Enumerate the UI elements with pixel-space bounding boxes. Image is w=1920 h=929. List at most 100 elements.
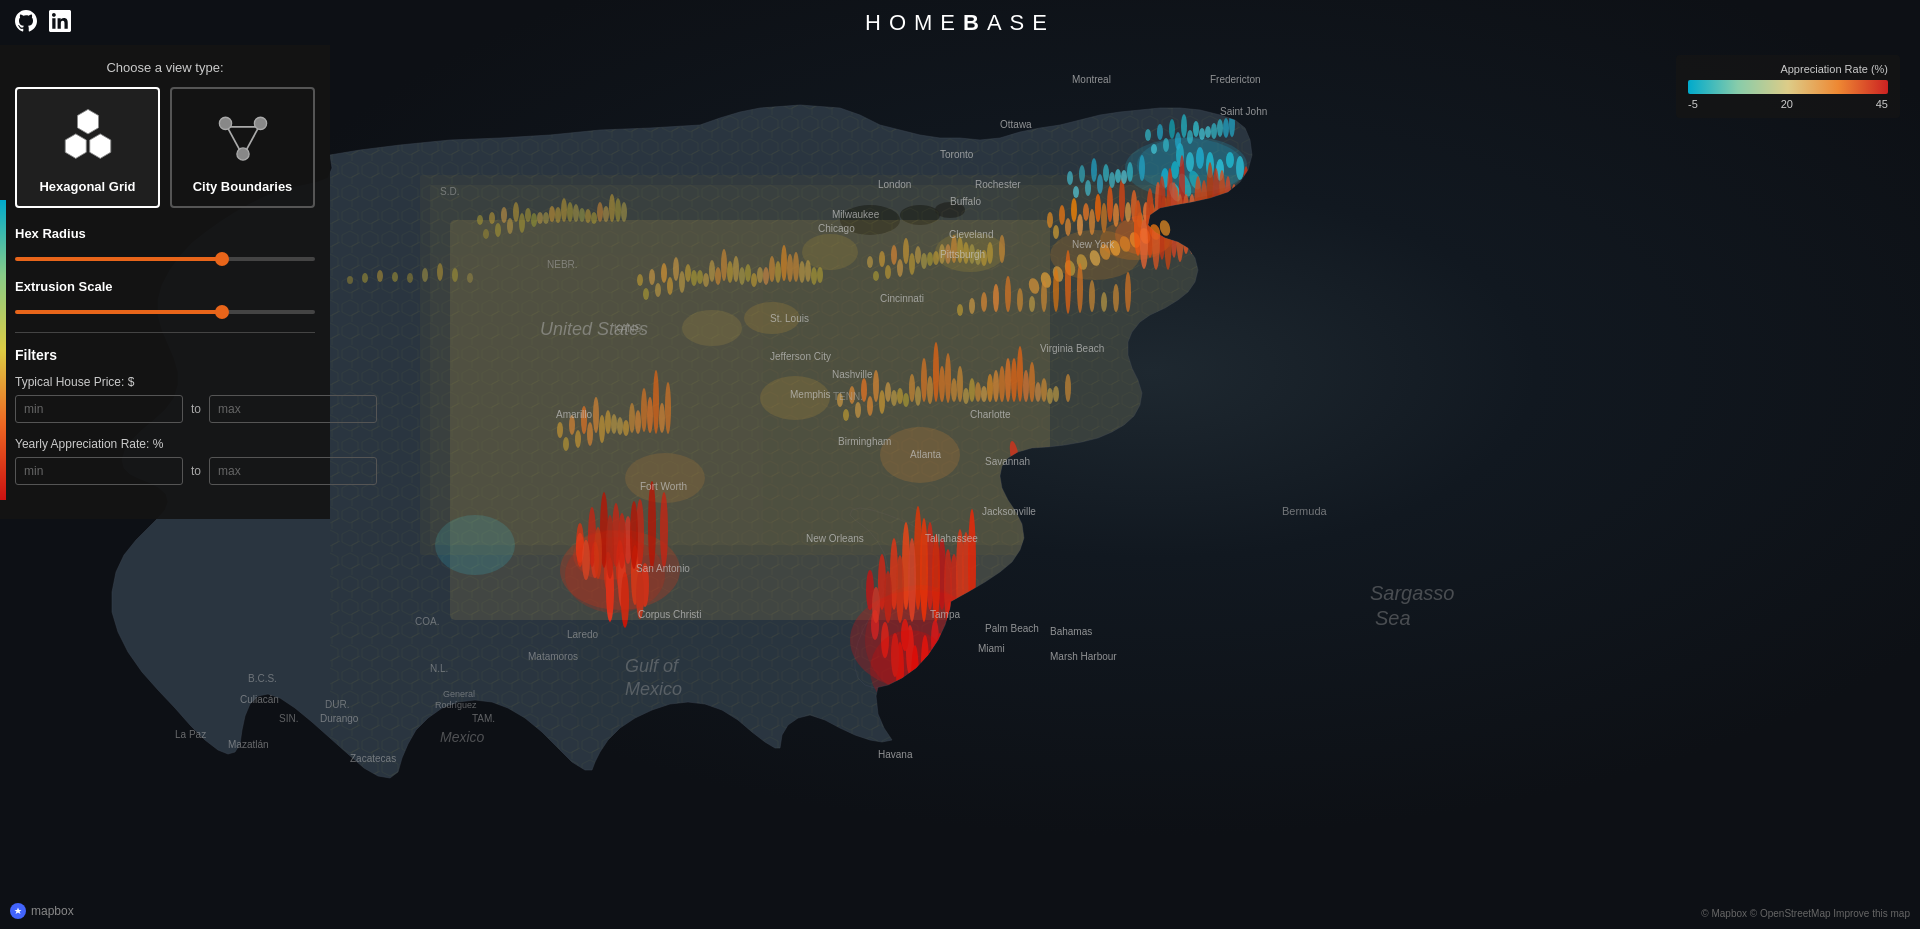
svg-point-202: [483, 229, 489, 239]
house-price-min-input[interactable]: [15, 395, 183, 423]
svg-point-88: [1119, 178, 1125, 222]
house-price-filter: Typical House Price: $ to: [15, 375, 315, 423]
svg-point-195: [549, 206, 555, 222]
svg-point-99: [1113, 203, 1119, 227]
svg-point-324: [891, 245, 897, 265]
svg-line-352: [246, 128, 257, 149]
svg-point-171: [793, 252, 799, 282]
sargasso-sea-label: Sargasso: [1370, 582, 1455, 604]
svg-point-133: [993, 370, 999, 402]
svg-point-316: [1139, 155, 1145, 181]
palmbeach-label: Palm Beach: [985, 623, 1039, 634]
svg-point-163: [697, 270, 703, 284]
svg-point-134: [1005, 358, 1011, 402]
svg-point-114: [1065, 250, 1071, 314]
svg-point-187: [799, 261, 805, 283]
svg-point-289: [606, 515, 614, 579]
svg-point-332: [987, 242, 993, 264]
svg-point-226: [1199, 128, 1205, 140]
bcs-label: B.C.S.: [248, 673, 277, 684]
svg-point-278: [659, 403, 665, 433]
chicago-label: Chicago: [818, 223, 855, 234]
savannah-label: Savannah: [985, 456, 1030, 467]
svg-point-334: [873, 271, 879, 281]
svg-point-255: [407, 273, 413, 283]
svg-point-140: [843, 409, 849, 421]
virginiabeach-label: Virginia Beach: [1040, 343, 1104, 354]
svg-point-338: [921, 253, 927, 269]
havana-label: Havana: [878, 749, 913, 760]
svg-point-218: [1193, 121, 1199, 137]
kans-label: KANS.: [614, 323, 644, 334]
house-price-max-input[interactable]: [209, 395, 377, 423]
svg-point-170: [781, 245, 787, 281]
stlouis-label: St. Louis: [770, 313, 809, 324]
appreciation-rate-min-input[interactable]: [15, 457, 183, 485]
view-option-city-boundaries[interactable]: City Boundaries: [170, 87, 315, 208]
appreciation-rate-filter: Yearly Appreciation Rate: % to: [15, 437, 315, 485]
svg-point-197: [573, 204, 579, 222]
svg-point-319: [1097, 174, 1103, 194]
svg-point-321: [1121, 170, 1127, 184]
svg-point-194: [537, 212, 543, 224]
svg-point-272: [587, 422, 593, 446]
svg-point-271: [575, 430, 581, 448]
legend-title: Appreciation Rate (%): [1688, 63, 1888, 75]
gulf-mexico-label2: Mexico: [625, 679, 682, 699]
svg-point-160: [661, 263, 667, 283]
svg-point-263: [593, 397, 599, 433]
svg-point-155: [1023, 370, 1029, 402]
svg-point-254: [392, 272, 398, 282]
svg-point-312: [1091, 158, 1097, 182]
svg-point-179: [703, 273, 709, 287]
svg-point-82: [1047, 212, 1053, 228]
svg-point-256: [422, 268, 428, 282]
durango-label: Durango: [320, 713, 359, 724]
sanantonio-label: San Antonio: [636, 563, 690, 574]
extrusion-scale-section: Extrusion Scale: [15, 279, 315, 318]
svg-point-222: [1151, 144, 1157, 154]
svg-point-87: [1107, 186, 1113, 222]
svg-point-211: [591, 212, 597, 224]
svg-point-148: [939, 366, 945, 402]
svg-point-183: [751, 273, 757, 287]
jeffersoncity-label: Jefferson City: [770, 351, 831, 362]
hex-radius-slider[interactable]: [15, 257, 315, 261]
svg-point-127: [921, 358, 927, 402]
mazatlan-label: Mazatlán: [228, 739, 269, 750]
linkedin-icon[interactable]: [49, 10, 71, 37]
mapbox-label: mapbox: [31, 904, 74, 918]
corpuschristi-label: Corpus Christi: [638, 609, 701, 620]
github-icon[interactable]: [15, 10, 37, 37]
svg-point-270: [563, 437, 569, 451]
mexico-label: Mexico: [440, 729, 485, 745]
view-option-hexagonal-grid[interactable]: Hexagonal Grid: [15, 87, 160, 208]
tampa-label: Tampa: [930, 609, 960, 620]
svg-point-105: [957, 304, 963, 316]
svg-point-259: [467, 273, 473, 283]
filters-section: Filters Typical House Price: $ to Yearly…: [15, 332, 315, 485]
appreciation-rate-max-input[interactable]: [209, 457, 377, 485]
svg-point-129: [945, 353, 951, 403]
buffalo-label: Buffalo: [950, 196, 981, 207]
attribution: © Mapbox © OpenStreetMap Improve this ma…: [1701, 908, 1910, 919]
mapbox-logo: [10, 903, 26, 919]
color-strip: [0, 200, 6, 500]
sin-label: SIN.: [279, 713, 298, 724]
svg-point-268: [653, 370, 659, 434]
svg-point-166: [733, 256, 739, 282]
appreciation-rate-inputs: to: [15, 457, 315, 485]
svg-point-266: [629, 403, 635, 433]
svg-point-119: [1125, 272, 1131, 312]
svg-point-142: [867, 396, 873, 416]
svg-point-123: [873, 370, 879, 402]
title-suffix: ASE: [987, 10, 1055, 35]
svg-point-145: [903, 393, 909, 407]
svg-point-252: [362, 273, 368, 283]
svg-point-149: [951, 378, 957, 402]
city-boundaries-icon: [180, 101, 305, 171]
svg-point-152: [987, 374, 993, 402]
svg-point-96: [1077, 214, 1083, 236]
extrusion-scale-slider[interactable]: [15, 310, 315, 314]
svg-point-185: [775, 261, 781, 283]
